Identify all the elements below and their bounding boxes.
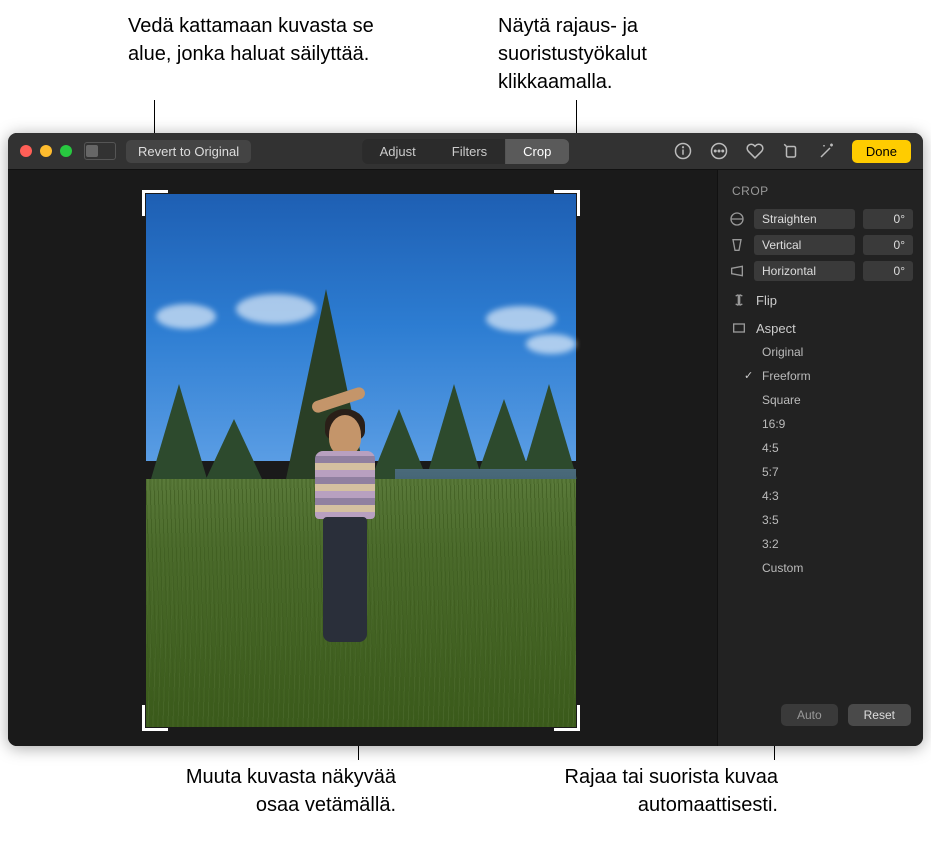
vertical-value[interactable]: 0°: [863, 235, 913, 255]
crop-frame[interactable]: [146, 194, 576, 727]
edit-mode-tabs: Adjust Filters Crop: [362, 139, 570, 164]
tab-crop[interactable]: Crop: [505, 139, 569, 164]
crop-handle-tr[interactable]: [554, 190, 580, 216]
vertical-row[interactable]: Vertical 0°: [718, 232, 923, 258]
straighten-icon: [728, 211, 746, 227]
aspect-4-3[interactable]: 4:3: [762, 484, 923, 508]
aspect-label: Aspect: [756, 321, 796, 336]
horizontal-value[interactable]: 0°: [863, 261, 913, 281]
photos-edit-window: Revert to Original Adjust Filters Crop D…: [8, 133, 923, 746]
flip-icon: [730, 292, 748, 308]
callout-text: osaa vetämällä.: [256, 794, 396, 816]
aspect-square[interactable]: Square: [762, 388, 923, 412]
photo-preview[interactable]: [146, 194, 576, 727]
canvas-area[interactable]: [8, 170, 717, 746]
photo-subject: [301, 399, 391, 659]
aspect-custom[interactable]: Custom: [762, 556, 923, 580]
callout-text: Muuta kuvasta näkyvää: [186, 766, 396, 788]
minimize-window-button[interactable]: [40, 145, 52, 157]
aspect-list: Original Freeform Square 16:9 4:5 5:7 4:…: [718, 340, 923, 580]
horizontal-row[interactable]: Horizontal 0°: [718, 258, 923, 284]
aspect-3-5[interactable]: 3:5: [762, 508, 923, 532]
zoom-window-button[interactable]: [60, 145, 72, 157]
callout-bottom-left: Muuta kuvasta näkyvää osaa vetämällä.: [136, 763, 396, 819]
horizontal-label: Horizontal: [754, 261, 855, 281]
sidebar-footer: Auto Reset: [718, 694, 923, 736]
callout-top-left: Vedä kattamaan kuvasta se alue, jonka ha…: [128, 12, 388, 68]
aspect-freeform[interactable]: Freeform: [762, 364, 923, 388]
app-body: CROP Straighten 0° Vertical 0° Horizo: [8, 170, 923, 746]
horizontal-perspective-icon: [728, 263, 746, 279]
crop-handle-tl[interactable]: [142, 190, 168, 216]
close-window-button[interactable]: [20, 145, 32, 157]
vertical-perspective-icon: [728, 237, 746, 253]
aspect-icon: [730, 320, 748, 336]
sidebar-toggle-button[interactable]: [84, 142, 116, 160]
done-button[interactable]: Done: [852, 140, 911, 163]
callout-text: Rajaa tai suorista kuvaa: [565, 766, 778, 788]
titlebar: Revert to Original Adjust Filters Crop D…: [8, 133, 923, 170]
crop-sidebar: CROP Straighten 0° Vertical 0° Horizo: [717, 170, 923, 746]
aspect-5-7[interactable]: 5:7: [762, 460, 923, 484]
auto-button[interactable]: Auto: [781, 704, 838, 726]
crop-handle-bl[interactable]: [142, 705, 168, 731]
window-controls: [20, 145, 72, 157]
sidebar-title: CROP: [718, 180, 923, 206]
reset-button[interactable]: Reset: [848, 704, 911, 726]
auto-enhance-icon[interactable]: [816, 140, 838, 162]
aspect-original[interactable]: Original: [762, 340, 923, 364]
straighten-row[interactable]: Straighten 0°: [718, 206, 923, 232]
toolbar-right-tools: Done: [672, 140, 911, 163]
rotate-icon[interactable]: [780, 140, 802, 162]
info-icon[interactable]: [672, 140, 694, 162]
flip-label: Flip: [756, 293, 777, 308]
crop-handle-br[interactable]: [554, 705, 580, 731]
straighten-label: Straighten: [754, 209, 855, 229]
more-icon[interactable]: [708, 140, 730, 162]
favorite-icon[interactable]: [744, 140, 766, 162]
vertical-label: Vertical: [754, 235, 855, 255]
aspect-3-2[interactable]: 3:2: [762, 532, 923, 556]
aspect-header: Aspect: [718, 312, 923, 340]
aspect-4-5[interactable]: 4:5: [762, 436, 923, 460]
revert-to-original-button[interactable]: Revert to Original: [126, 140, 251, 163]
aspect-16-9[interactable]: 16:9: [762, 412, 923, 436]
callout-top-right: Näytä rajaus- ja suoristustyökalut klikk…: [498, 12, 758, 96]
straighten-value[interactable]: 0°: [863, 209, 913, 229]
callout-text: automaattisesti.: [638, 794, 778, 816]
flip-button[interactable]: Flip: [718, 284, 923, 312]
tab-filters[interactable]: Filters: [434, 139, 505, 164]
callout-bottom-right: Rajaa tai suorista kuvaa automaattisesti…: [498, 763, 778, 819]
tab-adjust[interactable]: Adjust: [362, 139, 434, 164]
